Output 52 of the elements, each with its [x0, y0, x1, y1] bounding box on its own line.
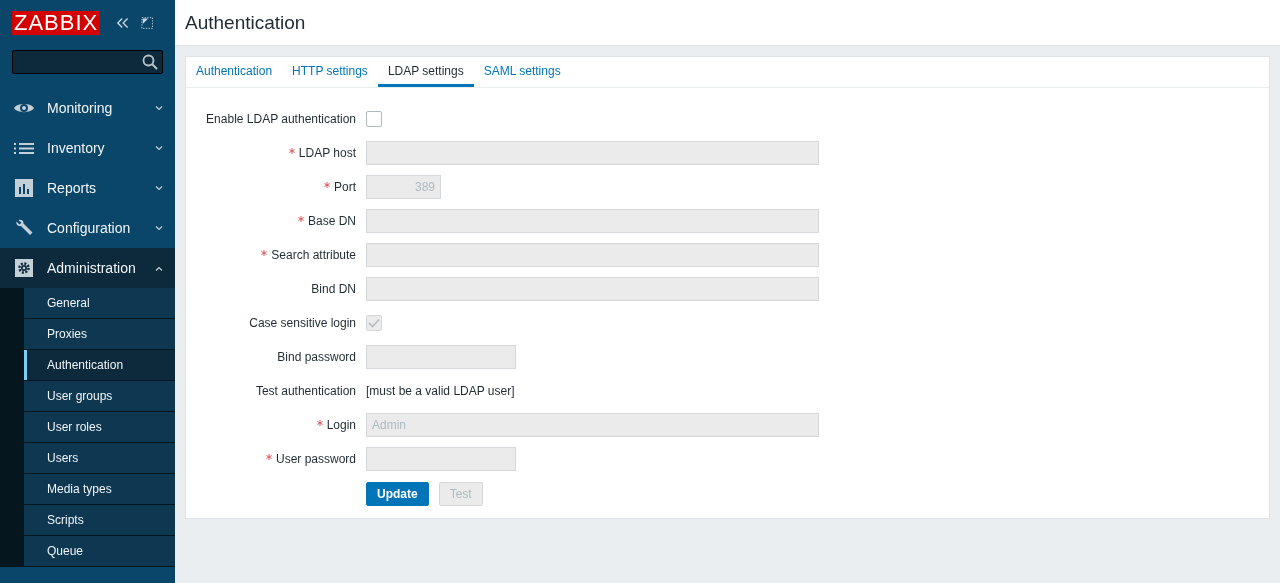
- menu-item[interactable]: Inventory: [0, 128, 175, 168]
- collapse-icon[interactable]: [116, 16, 131, 30]
- tab[interactable]: HTTP settings: [282, 57, 378, 87]
- chevron-down-icon: [155, 145, 163, 151]
- search-field[interactable]: [12, 50, 163, 74]
- field-label: Enable LDAP authentication: [206, 112, 356, 126]
- menu-label: Reports: [47, 180, 98, 196]
- update-button[interactable]: Update: [366, 482, 429, 506]
- field-label: Bind DN: [311, 282, 356, 296]
- menu-label: Configuration: [47, 220, 132, 236]
- menu-item[interactable]: Administration: [0, 248, 175, 288]
- list-icon: [12, 141, 36, 155]
- field-label: Case sensitive login: [249, 316, 356, 330]
- submenu-item[interactable]: User groups: [24, 381, 175, 412]
- submenu-item[interactable]: Users: [24, 443, 175, 474]
- menu-item[interactable]: Reports: [0, 168, 175, 208]
- menu-label: Monitoring: [47, 100, 114, 116]
- field-label: Port: [334, 180, 356, 194]
- submenu-item[interactable]: Authentication: [24, 350, 175, 381]
- tab[interactable]: LDAP settings: [377, 57, 474, 87]
- chevron-down-icon: [155, 185, 163, 191]
- menu-label: Inventory: [47, 140, 106, 156]
- field-label: LDAP host: [298, 146, 356, 160]
- menu-item[interactable]: Monitoring: [0, 88, 175, 128]
- submenu-item[interactable]: Queue: [24, 536, 175, 567]
- gear-icon: [12, 259, 36, 277]
- submenu-item[interactable]: General: [24, 288, 175, 319]
- submenu-item[interactable]: User roles: [24, 412, 175, 443]
- menu-item[interactable]: Configuration: [0, 208, 175, 248]
- chevron-down-icon: [155, 105, 163, 111]
- field-label: Search attribute: [271, 248, 356, 262]
- fullscreen-icon[interactable]: [140, 16, 153, 30]
- submenu-item[interactable]: Media types: [24, 474, 175, 505]
- field-label: Test authentication: [255, 384, 356, 398]
- submenu-item[interactable]: Proxies: [24, 319, 175, 350]
- field-label: User password: [275, 452, 356, 466]
- zabbix-logo[interactable]: ZABBIX: [12, 11, 101, 35]
- checkbox[interactable]: [366, 111, 382, 127]
- tab[interactable]: SAML settings: [473, 57, 571, 87]
- tab[interactable]: Authentication: [186, 57, 283, 87]
- eye-icon: [12, 101, 36, 115]
- field-label: Base DN: [307, 214, 356, 228]
- submenu-item[interactable]: Scripts: [24, 505, 175, 536]
- hint-text: [must be a valid LDAP user]: [366, 384, 515, 398]
- chart-icon: [12, 179, 36, 197]
- field-label: Login: [326, 418, 356, 432]
- field-label: Bind password: [277, 350, 356, 364]
- chevron-up-icon: [155, 265, 163, 271]
- search-icon[interactable]: [142, 54, 158, 70]
- chevron-down-icon: [155, 225, 163, 231]
- menu-label: Administration: [47, 260, 137, 276]
- page-title: Authentication: [185, 11, 306, 34]
